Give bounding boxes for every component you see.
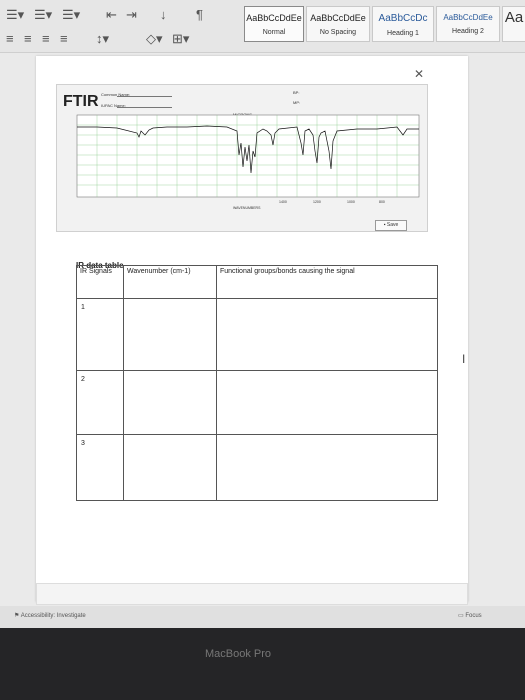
macbook-label: MacBook Pro xyxy=(205,648,272,660)
pilcrow-icon[interactable]: ¶ xyxy=(196,8,203,22)
tick-1400: 1400 xyxy=(279,200,287,204)
ribbon-toolbar: ☰▾ ☰▾ ☰▾ ⇤ ⇥ ↓ ¶ ≡ ≡ ≡ ≡ ↕▾ ◇▾ ⊞▾ AaBbCc… xyxy=(0,0,525,53)
header-ir-signals[interactable]: IR Signals xyxy=(76,265,124,299)
row-1-signal[interactable]: 1 xyxy=(76,298,124,371)
screen: ☰▾ ☰▾ ☰▾ ⇤ ⇥ ↓ ¶ ≡ ≡ ≡ ≡ ↕▾ ◇▾ ⊞▾ AaBbCc… xyxy=(0,0,525,628)
decrease-indent-icon[interactable]: ⇤ xyxy=(106,8,117,22)
row-2-functional-group-cell[interactable] xyxy=(216,370,438,435)
style-heading-2[interactable]: AaBbCcDdEe Heading 2 xyxy=(436,6,500,42)
row-1-functional-group-cell[interactable] xyxy=(216,298,438,371)
align-left-icon[interactable]: ≡ xyxy=(6,32,14,46)
row-2-wavenumber-cell[interactable] xyxy=(123,370,217,435)
table-row: 3 xyxy=(76,434,438,501)
plot-area xyxy=(76,114,420,198)
sort-icon[interactable]: ↓ xyxy=(160,8,167,22)
focus-button[interactable]: ▭ Focus xyxy=(458,612,482,619)
save-icon: ▪ xyxy=(383,222,386,228)
table-row: 2 xyxy=(76,370,438,435)
align-right-icon[interactable]: ≡ xyxy=(42,32,50,46)
ir-data-table: IR Signals Wavenumber (cm-1) Functional … xyxy=(76,265,438,501)
accessibility-icon: ⚑ xyxy=(14,613,20,619)
style-title[interactable]: Aa xyxy=(502,6,525,42)
line-spacing-icon[interactable]: ↕▾ xyxy=(96,32,109,46)
header-wavenumber[interactable]: Wavenumber (cm-1) xyxy=(123,265,217,299)
ftir-spectrum-image: FTIR Common Name: IUPAC Name: BP: MP: MI… xyxy=(56,84,428,232)
row-3-signal[interactable]: 3 xyxy=(76,434,124,501)
row-2-signal[interactable]: 2 xyxy=(76,370,124,435)
status-bar: ⚑ Accessibility: Investigate ▭ Focus xyxy=(0,606,525,628)
tick-800: 800 xyxy=(379,200,385,204)
tick-1000: 1000 xyxy=(347,200,355,204)
numbered-list-icon[interactable]: ☰▾ xyxy=(34,8,52,22)
row-3-functional-group-cell[interactable] xyxy=(216,434,438,501)
increase-indent-icon[interactable]: ⇥ xyxy=(126,8,137,22)
borders-icon[interactable]: ⊞▾ xyxy=(172,32,189,46)
align-center-icon[interactable]: ≡ xyxy=(24,32,32,46)
row-3-wavenumber-cell[interactable] xyxy=(123,434,217,501)
tick-1200: 1200 xyxy=(313,200,321,204)
bullet-list-icon[interactable]: ☰▾ xyxy=(6,8,24,22)
shading-icon[interactable]: ◇▾ xyxy=(146,32,163,46)
page-bottom-strip xyxy=(36,583,468,605)
wavenumber-axis: 1400 1200 1000 800 WAVENUMBERS xyxy=(233,200,385,210)
header-functional-groups[interactable]: Functional groups/bonds causing the sign… xyxy=(216,265,438,299)
multilevel-list-icon[interactable]: ☰▾ xyxy=(62,8,80,22)
ftir-plot: 1400 1200 1000 800 WAVENUMBERS xyxy=(76,114,420,210)
text-cursor-icon: I xyxy=(462,352,466,366)
close-icon[interactable]: ✕ xyxy=(414,67,424,81)
accessibility-status[interactable]: ⚑ Accessibility: Investigate xyxy=(14,612,86,619)
row-1-wavenumber-cell[interactable] xyxy=(123,298,217,371)
style-normal[interactable]: AaBbCcDdEe Normal xyxy=(244,6,304,42)
wavenumbers-label: WAVENUMBERS xyxy=(233,206,261,210)
save-button[interactable]: ▪ Save xyxy=(375,220,407,231)
laptop-bezel xyxy=(0,628,525,700)
style-heading-1[interactable]: AaBbCcDc Heading 1 xyxy=(372,6,434,42)
table-row: 1 xyxy=(76,298,438,371)
focus-icon: ▭ xyxy=(458,613,464,619)
style-no-spacing[interactable]: AaBbCcDdEe No Spacing xyxy=(306,6,370,42)
table-header-row: IR Signals Wavenumber (cm-1) Functional … xyxy=(76,265,438,299)
justify-icon[interactable]: ≡ xyxy=(60,32,68,46)
